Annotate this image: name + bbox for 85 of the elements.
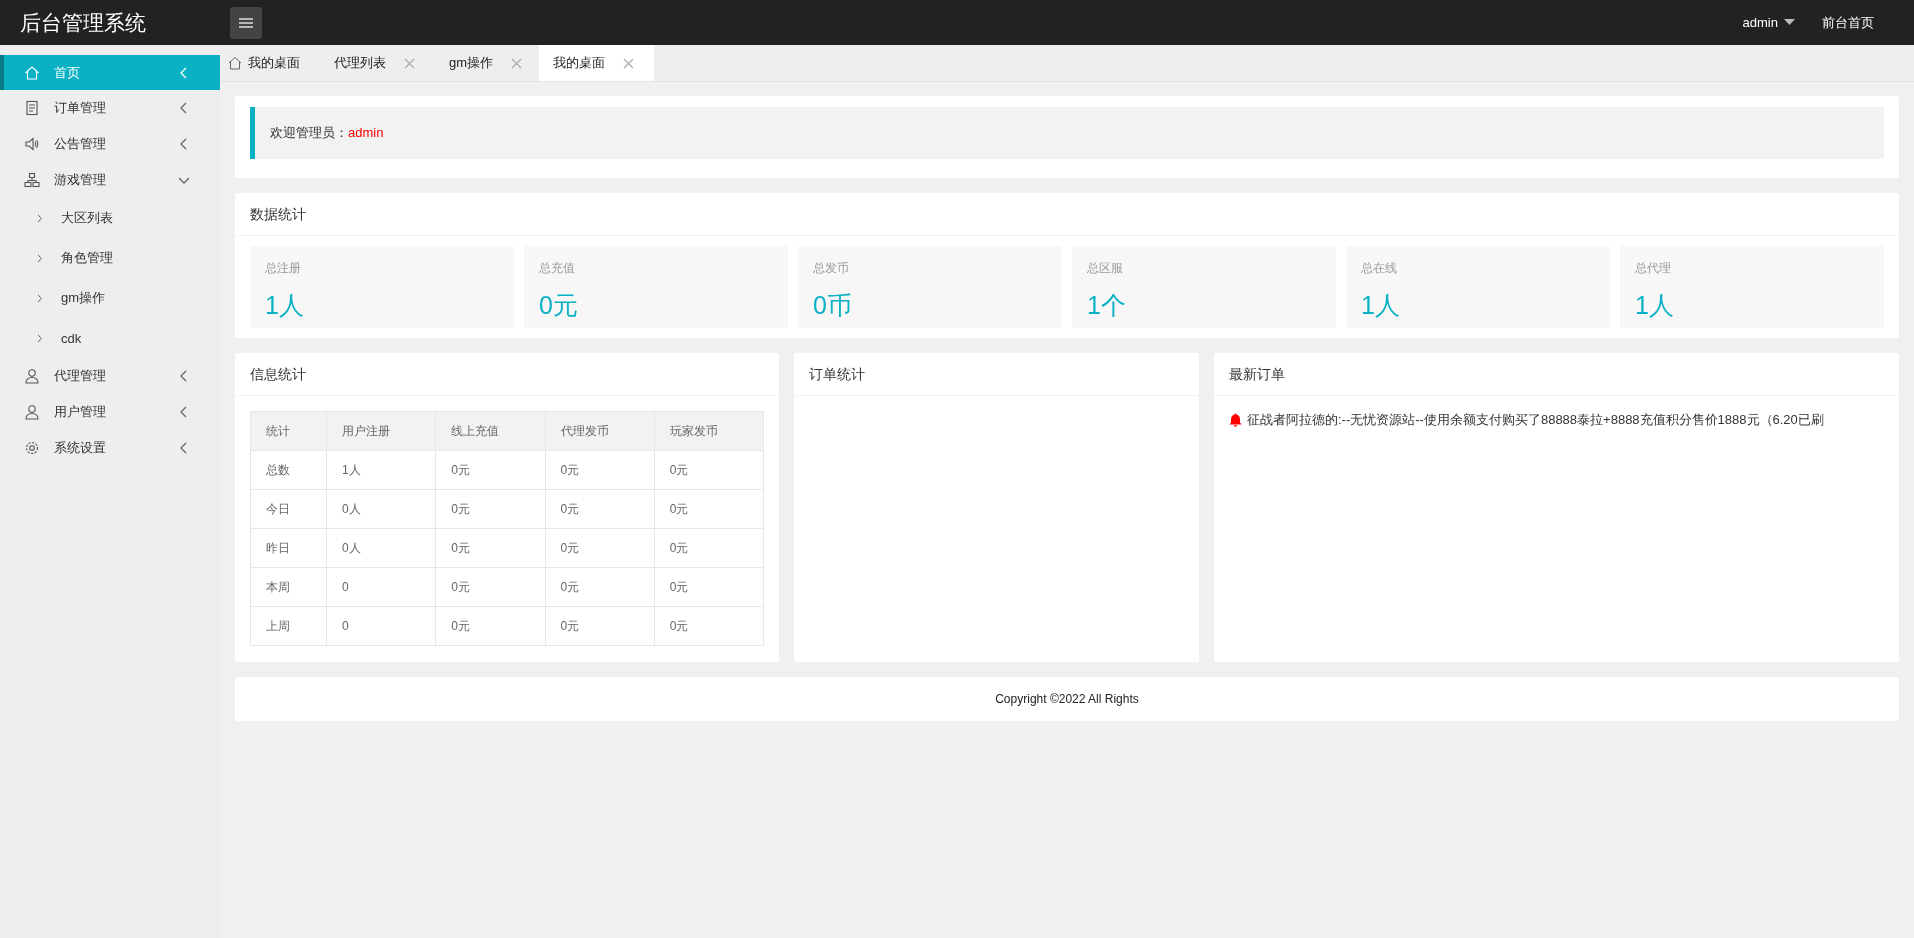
table-cell: 0元 xyxy=(435,489,545,529)
home-icon xyxy=(228,56,242,70)
speaker-icon xyxy=(24,136,40,152)
chevron-right-icon xyxy=(37,333,43,343)
user-icon xyxy=(24,404,40,420)
sidebar-item[interactable]: 代理管理 xyxy=(0,358,220,394)
document-icon xyxy=(24,100,40,116)
sidebar-subitem[interactable]: 大区列表 xyxy=(0,198,220,238)
stat-value: 0元 xyxy=(539,290,579,321)
stat-value: 1人 xyxy=(1635,290,1675,321)
tab[interactable]: gm操作 xyxy=(432,45,540,81)
user-menu[interactable]: admin xyxy=(1742,15,1795,30)
card-title: 数据统计 xyxy=(235,193,1899,236)
table-cell: 0人 xyxy=(326,489,436,529)
stat-value: 1人 xyxy=(265,290,305,321)
column-header: 代理发币 xyxy=(545,411,655,451)
tab[interactable]: 我的桌面 xyxy=(539,45,655,81)
stat-value: 1个 xyxy=(1087,290,1127,321)
tab[interactable]: 代理列表 xyxy=(317,45,432,81)
close-icon[interactable] xyxy=(623,57,635,69)
table-cell: 0元 xyxy=(654,450,764,490)
close-icon[interactable] xyxy=(404,57,415,69)
table-cell: 0元 xyxy=(545,567,655,607)
sidebar-item[interactable]: 游戏管理 xyxy=(0,162,220,198)
stat-label: 总代理 xyxy=(1635,260,1672,277)
chevron-right-icon xyxy=(37,253,43,263)
table-cell: 0元 xyxy=(545,489,655,529)
stat-label: 总发币 xyxy=(813,260,850,277)
sidebar-item[interactable]: 公告管理 xyxy=(0,126,220,162)
sidebar-subitem[interactable]: cdk xyxy=(0,318,220,358)
stat-value: 1人 xyxy=(1361,290,1401,321)
stat-label: 总区服 xyxy=(1087,260,1124,277)
table-cell: 昨日 xyxy=(250,528,327,568)
caret-icon xyxy=(1784,19,1795,26)
stat-label: 总在线 xyxy=(1361,260,1398,277)
card-title: 信息统计 xyxy=(235,353,779,396)
table-cell: 0元 xyxy=(435,567,545,607)
welcome-text: 欢迎管理员：admin xyxy=(270,124,384,142)
table-cell: 总数 xyxy=(250,450,327,490)
settings-icon xyxy=(24,440,40,456)
table-cell: 0元 xyxy=(545,528,655,568)
sidebar-item[interactable]: 订单管理 xyxy=(0,90,220,126)
column-header: 用户注册 xyxy=(326,411,436,451)
sitemap-icon xyxy=(24,172,40,188)
table-cell: 0元 xyxy=(654,567,764,607)
table-cell: 0元 xyxy=(435,450,545,490)
column-header: 统计 xyxy=(250,411,327,451)
sidebar-subitem[interactable]: 角色管理 xyxy=(0,238,220,278)
sidebar-subitem[interactable]: gm操作 xyxy=(0,278,220,318)
copyright-text: Copyright ©2022 All Rights xyxy=(995,692,1139,706)
table-cell: 0元 xyxy=(435,528,545,568)
table-cell: 0 xyxy=(326,606,436,646)
table-cell: 0元 xyxy=(654,528,764,568)
app-title: 后台管理系统 xyxy=(19,9,147,36)
bell-icon xyxy=(1229,413,1242,427)
home-icon xyxy=(24,64,40,81)
table-cell: 1人 xyxy=(326,450,436,490)
table-cell: 0元 xyxy=(435,606,545,646)
stat-label: 总充值 xyxy=(539,260,576,277)
table-cell: 0元 xyxy=(654,606,764,646)
sidebar-item[interactable]: 系统设置 xyxy=(0,430,220,466)
order-entry: 征战者阿拉德的:--无忧资源站--使用余额支付购买了88888泰拉+8888充值积分售价1888元（6.20已刷 xyxy=(1247,411,1824,429)
table-cell: 0 xyxy=(326,567,436,607)
close-icon[interactable] xyxy=(511,57,523,69)
sidebar-item[interactable]: 用户管理 xyxy=(0,394,220,430)
table-cell: 0人 xyxy=(326,528,436,568)
tab[interactable]: 我的桌面 xyxy=(220,45,317,81)
chevron-right-icon xyxy=(37,293,43,303)
table-cell: 本周 xyxy=(250,567,327,607)
menu-button[interactable] xyxy=(230,6,262,39)
menu-icon xyxy=(239,17,253,28)
chevron-right-icon xyxy=(37,213,43,223)
card-title: 订单统计 xyxy=(794,353,1199,396)
table-cell: 0元 xyxy=(545,606,655,646)
person-icon xyxy=(24,368,40,384)
stat-value: 0币 xyxy=(813,290,853,321)
table-cell: 今日 xyxy=(250,489,327,529)
column-header: 线上充值 xyxy=(435,411,545,451)
table-cell: 上周 xyxy=(250,606,327,646)
table-cell: 0元 xyxy=(545,450,655,490)
column-header: 玩家发币 xyxy=(654,411,764,451)
stat-label: 总注册 xyxy=(265,260,302,277)
table-cell: 0元 xyxy=(654,489,764,529)
card-title: 最新订单 xyxy=(1214,353,1899,396)
front-page-link[interactable]: 前台首页 xyxy=(1822,13,1874,32)
